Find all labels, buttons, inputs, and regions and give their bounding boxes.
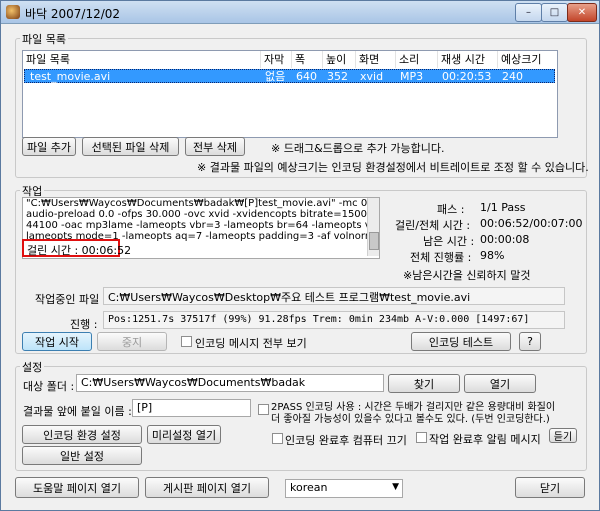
remaining-time-value: 00:00:08 [480, 233, 530, 246]
app-icon [6, 5, 20, 19]
app-window: 바닥 2007/12/02 – □ ✕ 파일 목록 파일 목록 자막 폭 높이 … [0, 0, 600, 511]
row-duration: 00:20:53 [442, 70, 492, 83]
board-page-button[interactable]: 게시판 페이지 열기 [145, 477, 269, 498]
row-width: 640 [296, 70, 317, 83]
twopass-label-line2: 더 좋아질 가능성이 있을수 있다고 볼수도 있다. (두번 인코딩한다.) [271, 414, 550, 425]
row-height: 352 [327, 70, 348, 83]
log-line: "C:₩Users₩Waycos₩Documents₩badak₩[P]test… [26, 198, 374, 209]
table-row[interactable]: test_movie.avi 없음 640 352 xvid MP3 00:20… [24, 69, 555, 83]
column-header-width[interactable]: 폭 [292, 51, 323, 68]
remaining-time-label: 남은 시간 : [423, 235, 475, 248]
pass-label: 패스 : [437, 203, 465, 216]
settings-group-label: 설정 [20, 359, 45, 375]
close-window-button[interactable]: ✕ [567, 3, 597, 22]
column-header-video[interactable]: 화면 [356, 51, 396, 68]
target-folder-label: 대상 폴더 : [23, 380, 75, 393]
column-header-subtitle[interactable]: 자막 [261, 51, 292, 68]
close-button[interactable]: 닫기 [515, 477, 585, 498]
column-header-name[interactable]: 파일 목록 [23, 51, 261, 68]
remove-selected-button[interactable]: 선택된 파일 삭제 [82, 137, 179, 156]
language-value: korean [290, 481, 328, 494]
encoding-settings-button[interactable]: 인코딩 환경 설정 [22, 425, 142, 444]
row-audio: MP3 [400, 70, 424, 83]
row-subtitle: 없음 [265, 70, 286, 83]
row-size: 240 [502, 70, 523, 83]
window-title: 바닥 2007/12/02 [25, 7, 121, 21]
column-header-size[interactable]: 예상크기(MB) [498, 51, 557, 83]
target-folder-field[interactable]: C:₩Users₩Waycos₩Documents₩badak [76, 374, 384, 392]
remaining-time-note: ※남은시간을 신뢰하지 말것 [403, 269, 531, 282]
total-progress-label: 전체 진행률 : [410, 251, 472, 264]
prefix-field[interactable]: [P] [132, 399, 251, 417]
row-filename: test_movie.avi [30, 70, 111, 83]
twopass-checkbox[interactable] [258, 404, 269, 415]
file-list[interactable]: 파일 목록 자막 폭 높이 화면 소리 재생 시간 예상크기(MB) test_… [22, 50, 558, 138]
log-line: 44100 -oac mp3lame -lameopts vbr=3 -lame… [26, 220, 380, 231]
open-folder-button[interactable]: 열기 [464, 374, 536, 393]
total-progress-value: 98% [480, 249, 505, 262]
chevron-down-icon: ▼ [392, 482, 399, 492]
help-button[interactable]: ? [519, 332, 541, 351]
elapsed-time-highlight: 걸린 시간 : 00:06:52 [22, 239, 131, 257]
progress-field: Pos:1251.7s 37517f (99%) 91.28fps Trem: … [103, 311, 565, 329]
column-header-duration[interactable]: 재생 시간 [438, 51, 498, 68]
encoding-test-button[interactable]: 인코딩 테스트 [411, 332, 511, 351]
file-list-group-label: 파일 목록 [20, 31, 68, 47]
log-line: audio-preload 0.0 -ofps 30.000 -ovc xvid… [26, 209, 380, 220]
size-hint: ※ 결과물 파일의 예상크기는 인코딩 환경설정에서 비트레이트로 조정 할 수… [197, 161, 589, 174]
show-all-messages-label: 인코딩 메시지 전부 보기 [195, 337, 307, 350]
column-header-audio[interactable]: 소리 [396, 51, 438, 68]
maximize-button[interactable]: □ [541, 3, 568, 22]
title-bar[interactable]: 바닥 2007/12/02 – □ ✕ [1, 1, 599, 24]
preset-open-button[interactable]: 미리설정 열기 [147, 425, 221, 444]
notify-checkbox[interactable] [416, 432, 427, 443]
add-file-button[interactable]: 파일 추가 [22, 137, 76, 156]
elapsed-total-value: 00:06:52/00:07:00 [480, 217, 583, 230]
prefix-label: 결과물 앞에 붙일 이름 : [23, 405, 132, 418]
listen-button[interactable]: 듣기 [549, 428, 577, 443]
stop-button[interactable]: 중지 [97, 332, 167, 351]
browse-button[interactable]: 찾기 [388, 374, 460, 393]
column-header-height[interactable]: 높이 [323, 51, 356, 68]
elapsed-total-label: 걸린/전체 시간 : [395, 219, 471, 232]
remove-all-button[interactable]: 전부 삭제 [185, 137, 245, 156]
notify-label: 작업 완료후 알림 메시지 [429, 433, 541, 446]
elapsed-time-log: 걸린 시간 : 00:06:52 [27, 244, 132, 257]
show-all-messages-checkbox[interactable] [181, 336, 192, 347]
language-select[interactable]: korean ▼ [285, 479, 403, 498]
help-page-button[interactable]: 도움말 페이지 열기 [15, 477, 139, 498]
shutdown-label: 인코딩 완료후 컴퓨터 끄기 [285, 434, 407, 447]
shutdown-checkbox[interactable] [272, 433, 283, 444]
log-scrollbar-thumb[interactable] [369, 232, 379, 250]
pass-value: 1/1 Pass [480, 201, 526, 214]
progress-label: 진행 : [70, 318, 98, 331]
drag-drop-hint: ※ 드래그&드롭으로 추가 가능합니다. [271, 142, 445, 155]
row-video: xvid [360, 70, 384, 83]
general-settings-button[interactable]: 일반 설정 [22, 446, 142, 465]
log-scrollbar[interactable] [367, 198, 379, 256]
minimize-button[interactable]: – [515, 3, 542, 22]
current-file-label: 작업중인 파일 : [35, 293, 107, 306]
current-file-field: C:₩Users₩Waycos₩Desktop₩주요 테스트 프로그램₩test… [103, 287, 565, 305]
start-job-button[interactable]: 작업 시작 [22, 332, 92, 351]
